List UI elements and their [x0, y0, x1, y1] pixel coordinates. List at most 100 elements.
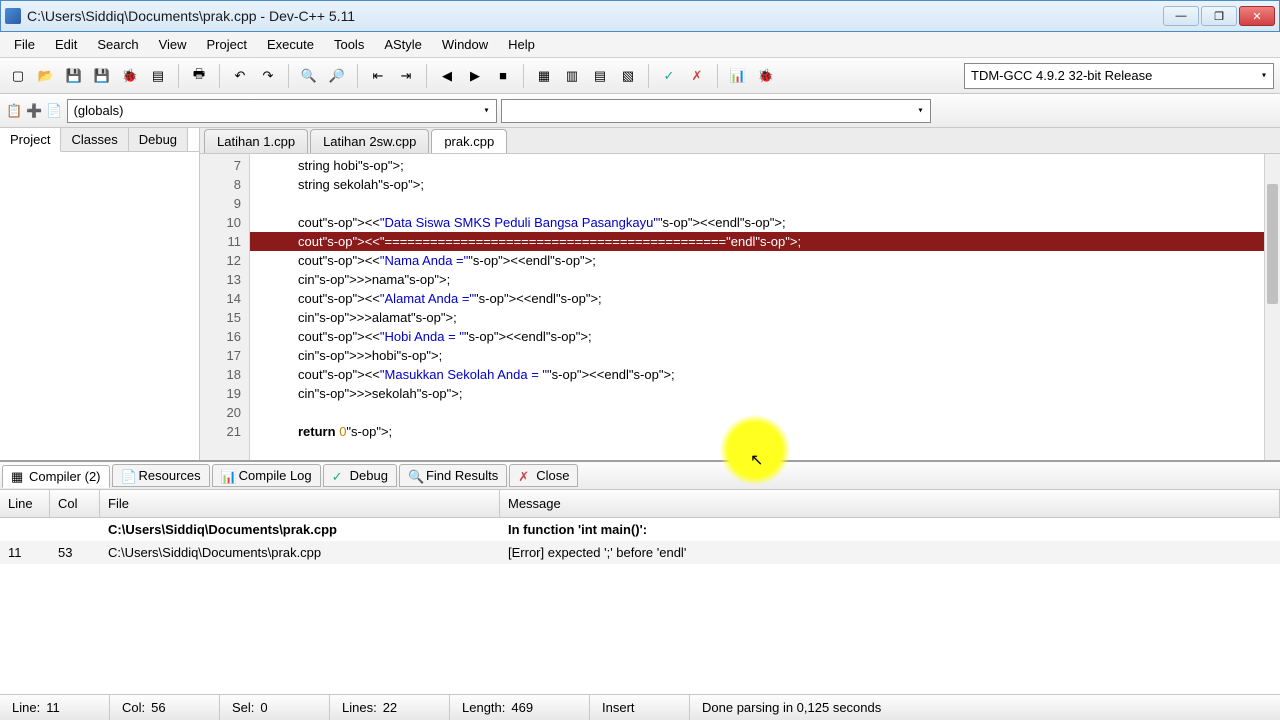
code-line[interactable]: cout"s-op"><<"Masukkan Sekolah Anda = ""…	[250, 365, 1280, 384]
file-tab[interactable]: prak.cpp	[431, 129, 507, 153]
code-line[interactable]: cin"s-op">>>alamat"s-op">;	[250, 308, 1280, 327]
message-row[interactable]: C:\Users\Siddiq\Documents\prak.cppIn fun…	[0, 518, 1280, 541]
code-line[interactable]: cout"s-op"><<"Nama Anda =""s-op"><<endl"…	[250, 251, 1280, 270]
redo-icon[interactable]: ↷	[256, 64, 280, 88]
replace-icon[interactable]: 🔎	[325, 64, 349, 88]
tab-find-results[interactable]: 🔍Find Results	[399, 464, 507, 487]
ladybug-icon[interactable]: 🐞	[118, 64, 142, 88]
vertical-scrollbar[interactable]	[1264, 154, 1280, 460]
menu-view[interactable]: View	[149, 34, 197, 55]
menu-project[interactable]: Project	[197, 34, 257, 55]
tab-classes[interactable]: Classes	[61, 128, 128, 151]
tab-close[interactable]: ✗Close	[509, 464, 578, 487]
menu-edit[interactable]: Edit	[45, 34, 87, 55]
menu-search[interactable]: Search	[87, 34, 148, 55]
compile-icon[interactable]: ▦	[532, 64, 556, 88]
indent-in-icon[interactable]: ⇤	[366, 64, 390, 88]
panel-icon-3[interactable]: 📄	[46, 103, 62, 119]
menu-astyle[interactable]: AStyle	[374, 34, 432, 55]
saveall-icon[interactable]: 💾	[90, 64, 114, 88]
code-area[interactable]: string hobi"s-op">;string sekolah"s-op">…	[250, 154, 1280, 460]
scrollbar-thumb[interactable]	[1267, 184, 1278, 304]
menubar: File Edit Search View Project Execute To…	[0, 32, 1280, 58]
code-line[interactable]	[250, 194, 1280, 213]
x-icon[interactable]: ✗	[685, 64, 709, 88]
menu-execute[interactable]: Execute	[257, 34, 324, 55]
project-tree[interactable]	[0, 152, 199, 460]
status-line: Line:11	[0, 695, 110, 720]
minimize-button[interactable]: —	[1163, 6, 1199, 26]
run-icon[interactable]: ▥	[560, 64, 584, 88]
tab-resources[interactable]: 📄 Resources	[112, 464, 210, 487]
code-line[interactable]: cout"s-op"><<"Hobi Anda = ""s-op"><<endl…	[250, 327, 1280, 346]
file-tab[interactable]: Latihan 1.cpp	[204, 129, 308, 153]
tab-label: Resources	[139, 468, 201, 483]
tab-compile-log[interactable]: 📊Compile Log	[212, 464, 321, 487]
print-icon[interactable]: 🖶	[187, 64, 211, 88]
code-line[interactable]: cout"s-op"><<"==========================…	[250, 232, 1280, 251]
code-line[interactable]: cin"s-op">>>nama"s-op">;	[250, 270, 1280, 289]
compiler-messages[interactable]: Line Col File Message C:\Users\Siddiq\Do…	[0, 490, 1280, 694]
code-line[interactable]	[250, 403, 1280, 422]
titlebar: C:\Users\Siddiq\Documents\prak.cpp - Dev…	[0, 0, 1280, 32]
menu-file[interactable]: File	[4, 34, 45, 55]
status-parse: Done parsing in 0,125 seconds	[690, 695, 1280, 720]
line-gutter: 789101112131415161718192021	[200, 154, 250, 460]
header-line[interactable]: Line	[0, 490, 50, 517]
code-line[interactable]: cin"s-op">>>hobi"s-op">;	[250, 346, 1280, 365]
code-line[interactable]: cin"s-op">>>sekolah"s-op">;	[250, 384, 1280, 403]
forward-icon[interactable]: ▶	[463, 64, 487, 88]
menu-tools[interactable]: Tools	[324, 34, 374, 55]
tab-debug-bottom[interactable]: ✓Debug	[323, 464, 397, 487]
debug-icon[interactable]: 🐞	[754, 64, 778, 88]
code-line[interactable]: cout"s-op"><<"Alamat Anda =""s-op"><<end…	[250, 289, 1280, 308]
save-icon[interactable]: 💾	[62, 64, 86, 88]
back-icon[interactable]: ◀	[435, 64, 459, 88]
code-line[interactable]: string hobi"s-op">;	[250, 156, 1280, 175]
status-sel: Sel:0	[220, 695, 330, 720]
compiler-select-label: TDM-GCC 4.9.2 32-bit Release	[971, 68, 1152, 83]
window-title: C:\Users\Siddiq\Documents\prak.cpp - Dev…	[27, 8, 1163, 24]
header-message[interactable]: Message	[500, 490, 1280, 517]
find-icon[interactable]: 🔍	[297, 64, 321, 88]
file-tabs: Latihan 1.cpp Latihan 2sw.cpp prak.cpp	[200, 128, 1280, 154]
desk-icon[interactable]: ▤	[146, 64, 170, 88]
app-icon	[5, 8, 21, 24]
profile-icon[interactable]: 📊	[726, 64, 750, 88]
header-file[interactable]: File	[100, 490, 500, 517]
open-icon[interactable]: 📂	[34, 64, 58, 88]
globals-select[interactable]: (globals)	[67, 99, 497, 123]
tab-debug[interactable]: Debug	[129, 128, 188, 151]
maximize-button[interactable]: ❐	[1201, 6, 1237, 26]
code-line[interactable]: cout"s-op"><<"Data Siswa SMKS Peduli Ban…	[250, 213, 1280, 232]
panel-icon-2[interactable]: ➕	[26, 103, 42, 119]
menu-help[interactable]: Help	[498, 34, 545, 55]
check-icon[interactable]: ✓	[657, 64, 681, 88]
code-editor[interactable]: 789101112131415161718192021 string hobi"…	[200, 154, 1280, 460]
rebuild-icon[interactable]: ▧	[616, 64, 640, 88]
tab-project[interactable]: Project	[0, 128, 61, 152]
compile-run-icon[interactable]: ▤	[588, 64, 612, 88]
code-line[interactable]: return 0"s-op">;	[250, 422, 1280, 441]
header-col[interactable]: Col	[50, 490, 100, 517]
tab-compiler[interactable]: ▦Compiler (2)	[2, 465, 110, 488]
members-select[interactable]	[501, 99, 931, 123]
panel-icon-1[interactable]: 📋	[6, 103, 22, 119]
menu-window[interactable]: Window	[432, 34, 498, 55]
doc-icon: 📄	[121, 469, 135, 483]
tab-label: Find Results	[426, 468, 498, 483]
new-icon[interactable]: ▢	[6, 64, 30, 88]
tab-label: Close	[536, 468, 569, 483]
message-row[interactable]: 1153C:\Users\Siddiq\Documents\prak.cpp[E…	[0, 541, 1280, 564]
close-button[interactable]: ✕	[1239, 6, 1275, 26]
code-line[interactable]: string sekolah"s-op">;	[250, 175, 1280, 194]
bars-icon: 📊	[221, 469, 235, 483]
indent-out-icon[interactable]: ⇥	[394, 64, 418, 88]
separator	[357, 64, 358, 88]
stop-icon[interactable]: ■	[491, 64, 515, 88]
file-tab[interactable]: Latihan 2sw.cpp	[310, 129, 429, 153]
editor-wrap: Latihan 1.cpp Latihan 2sw.cpp prak.cpp 7…	[200, 128, 1280, 460]
separator	[523, 64, 524, 88]
compiler-select[interactable]: TDM-GCC 4.9.2 32-bit Release	[964, 63, 1274, 89]
undo-icon[interactable]: ↶	[228, 64, 252, 88]
